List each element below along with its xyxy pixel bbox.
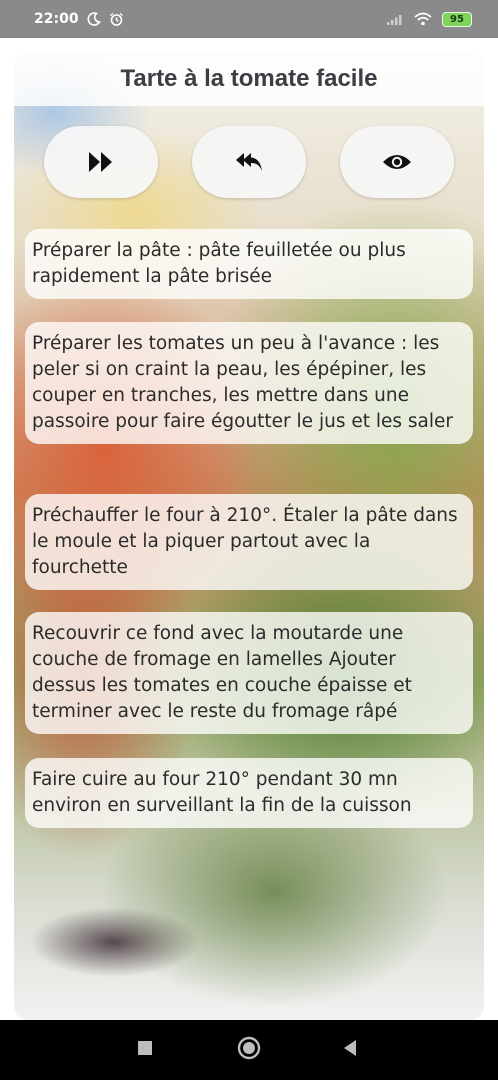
step-5: Faire cuire au four 210° pendant 30 mn e…: [25, 758, 473, 828]
status-time: 22:00: [34, 11, 79, 27]
step-3: Préchauffer le four à 210°. Étaler la pâ…: [25, 494, 473, 590]
title-bar: Tarte à la tomate facile: [14, 52, 484, 106]
alarm-icon: [109, 12, 124, 27]
wifi-icon: [414, 12, 432, 26]
reply-button[interactable]: [192, 126, 306, 198]
eye-icon: [382, 152, 412, 172]
battery-icon: 95: [442, 11, 472, 27]
recents-button[interactable]: [115, 1020, 175, 1080]
back-icon: [342, 1039, 358, 1062]
moon-icon: [87, 12, 101, 26]
step-2: Préparer les tomates un peu à l'avance :…: [25, 322, 473, 444]
page-title: Tarte à la tomate facile: [120, 65, 378, 92]
step-4: Recouvrir ce fond avec la moutarde une c…: [25, 612, 473, 734]
status-right: 95: [386, 11, 472, 27]
signal-icon: [386, 13, 404, 26]
home-icon: [237, 1036, 261, 1065]
recipe-card: Tarte à la tomate facile Préparer la pât…: [14, 52, 484, 1020]
navigation-bar: [0, 1020, 498, 1080]
fast-forward-icon: [87, 150, 115, 174]
next-button[interactable]: [44, 126, 158, 198]
step-1: Préparer la pâte : pâte feuilletée ou pl…: [25, 229, 473, 299]
status-bar: 22:00 95: [0, 0, 498, 38]
reply-all-icon: [234, 150, 264, 174]
recents-icon: [137, 1040, 153, 1061]
back-button[interactable]: [320, 1020, 380, 1080]
view-button[interactable]: [340, 126, 454, 198]
home-button[interactable]: [219, 1020, 279, 1080]
status-left: 22:00: [34, 11, 124, 27]
